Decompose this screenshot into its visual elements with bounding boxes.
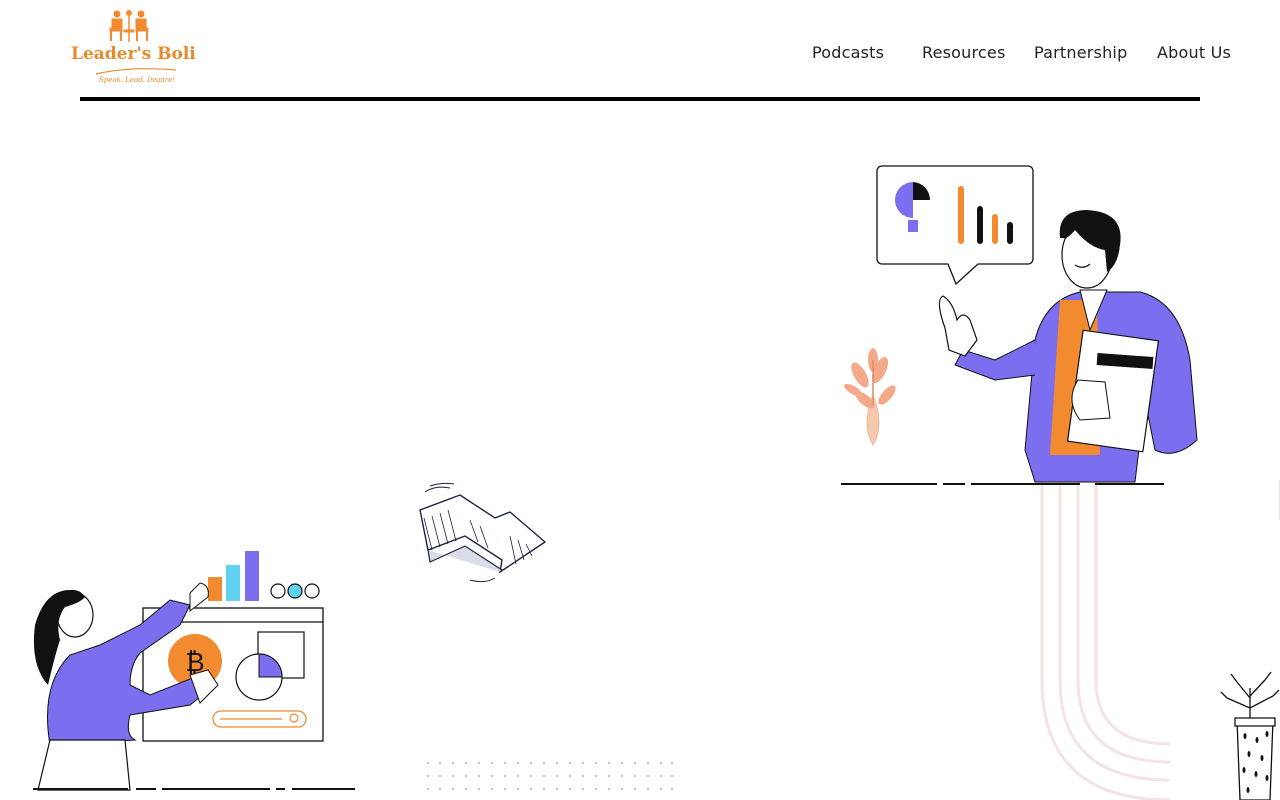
podcast-logo-icon bbox=[109, 10, 149, 42]
nav-resources[interactable]: Resources bbox=[922, 43, 1006, 62]
analyst-illustration bbox=[841, 165, 1198, 485]
plant-illustration bbox=[1220, 671, 1280, 800]
site-header: Leader's Boli Speak. Lead. Inspire! Podc… bbox=[0, 0, 1280, 100]
nav-about-us[interactable]: About Us bbox=[1157, 43, 1231, 62]
dot-grid bbox=[426, 761, 674, 791]
presenter-illustration: ₿ bbox=[33, 551, 355, 791]
brand-logo[interactable]: Leader's Boli Speak. Lead. Inspire! bbox=[66, 8, 196, 90]
brand-name: Leader's Boli bbox=[71, 44, 196, 64]
nav-podcasts[interactable]: Podcasts bbox=[812, 43, 884, 62]
brand-tagline: Speak. Lead. Inspire! bbox=[99, 76, 176, 84]
arrow-illustration bbox=[419, 482, 547, 583]
nav-partnership[interactable]: Partnership bbox=[1034, 43, 1127, 62]
header-divider bbox=[80, 97, 1200, 101]
